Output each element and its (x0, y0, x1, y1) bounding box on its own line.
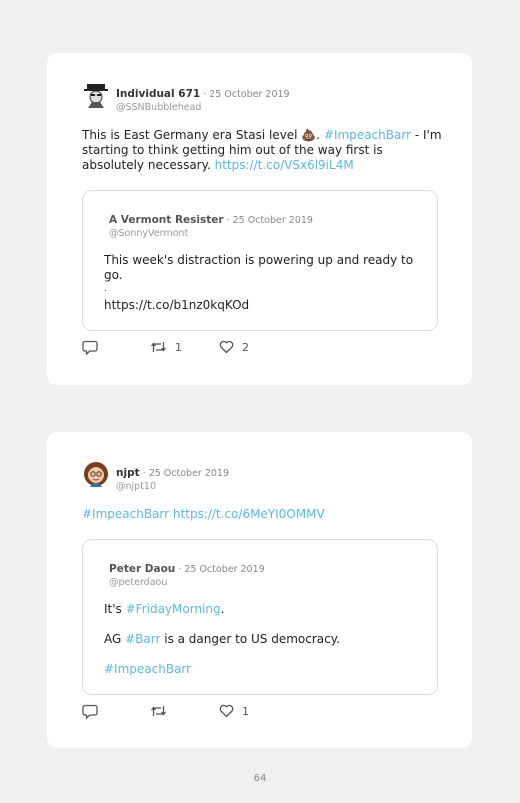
author-handle[interactable]: @njpt10 (116, 481, 229, 492)
quote-text: AG (104, 632, 126, 646)
quote-dot: . (104, 284, 107, 294)
quote-line-3: #ImpeachBarr (104, 662, 419, 677)
text-before: This is East Germany era Stasi level (82, 128, 302, 142)
like-button[interactable]: 1 (219, 704, 249, 718)
hashtag-link[interactable]: #ImpeachBarr (104, 662, 191, 676)
retweet-count: 1 (175, 340, 182, 354)
hashtag-link[interactable]: #ImpeachBarr (82, 507, 169, 521)
quote-text: . (220, 602, 225, 616)
reply-icon (82, 704, 98, 719)
quote-meta: Peter Daou · 25 October 2019 @peterdaou (109, 557, 265, 588)
avatar-icon[interactable] (82, 81, 110, 109)
tweet-card-1: Individual 671 · 25 October 2019 @SSNBub… (47, 53, 472, 385)
quote-date[interactable]: 25 October 2019 (184, 564, 264, 575)
quote-date[interactable]: 25 October 2019 (233, 215, 313, 226)
quote-author-handle[interactable]: @peterdaou (109, 577, 265, 588)
hashtag-link[interactable]: #FridayMorning (126, 602, 221, 616)
quote-author-handle[interactable]: @SonnyVermont (109, 228, 313, 239)
retweet-icon (150, 342, 167, 352)
quote-line-1: It's #FridayMorning. (104, 602, 419, 617)
tweet-link[interactable]: https://t.co/VSx6l9iL4M (215, 158, 354, 172)
retweet-button[interactable] (150, 704, 175, 718)
page-number: 64 (253, 773, 267, 784)
heart-icon (219, 704, 234, 718)
quote-author-name[interactable]: Peter Daou (109, 563, 175, 575)
tweet-date[interactable]: 25 October 2019 (209, 89, 289, 100)
tweet-link[interactable]: https://t.co/6MeYI0OMMV (173, 507, 325, 521)
quoted-tweet[interactable]: Peter Daou · 25 October 2019 @peterdaou … (82, 539, 438, 695)
quote-author-name[interactable]: A Vermont Resister (109, 214, 224, 226)
tweet-actions: 1 2 (82, 340, 382, 356)
author-name[interactable]: Individual 671 (116, 88, 200, 100)
retweet-icon (150, 706, 167, 716)
hashtag-link[interactable]: #Barr (125, 632, 160, 646)
tweet-actions: 1 (82, 704, 382, 720)
author-handle[interactable]: @SSNBubblehead (116, 102, 290, 113)
separator: · (200, 89, 210, 100)
separator: · (175, 564, 185, 575)
retweet-button[interactable]: 1 (150, 340, 182, 354)
heart-icon (219, 340, 234, 354)
tweet-text: This is East Germany era Stasi level 💩. … (82, 128, 442, 173)
quote-text: is a danger to US democracy. (160, 632, 340, 646)
quote-meta: A Vermont Resister · 25 October 2019 @So… (109, 208, 313, 239)
like-button[interactable]: 2 (219, 340, 249, 354)
author-name[interactable]: njpt (116, 467, 140, 479)
separator: · (139, 468, 149, 479)
tweet-date[interactable]: 25 October 2019 (149, 468, 229, 479)
emoji: 💩 (301, 128, 317, 142)
quoted-tweet[interactable]: A Vermont Resister · 25 October 2019 @So… (82, 190, 438, 331)
avatar-icon[interactable] (82, 460, 110, 488)
like-count: 1 (242, 704, 249, 718)
like-count: 2 (242, 340, 249, 354)
tweet-text: #ImpeachBarr https://t.co/6MeYI0OMMV (82, 507, 442, 522)
reply-button[interactable] (82, 340, 98, 355)
tweet-meta: njpt · 25 October 2019 @njpt10 (116, 461, 229, 492)
tweet-card-2: njpt · 25 October 2019 @njpt10 #ImpeachB… (47, 432, 472, 748)
reply-button[interactable] (82, 704, 98, 719)
reply-icon (82, 340, 98, 355)
quote-text: It's (104, 602, 126, 616)
text-mid: . (316, 128, 324, 142)
quote-link[interactable]: https://t.co/b1nz0kqKOd (104, 298, 419, 313)
hashtag-link[interactable]: #ImpeachBarr (324, 128, 411, 142)
quote-text: This week's distraction is powering up a… (104, 253, 414, 282)
quote-line-2: AG #Barr is a danger to US democracy. (104, 632, 419, 647)
separator: · (223, 215, 233, 226)
tweet-meta: Individual 671 · 25 October 2019 @SSNBub… (116, 82, 290, 113)
